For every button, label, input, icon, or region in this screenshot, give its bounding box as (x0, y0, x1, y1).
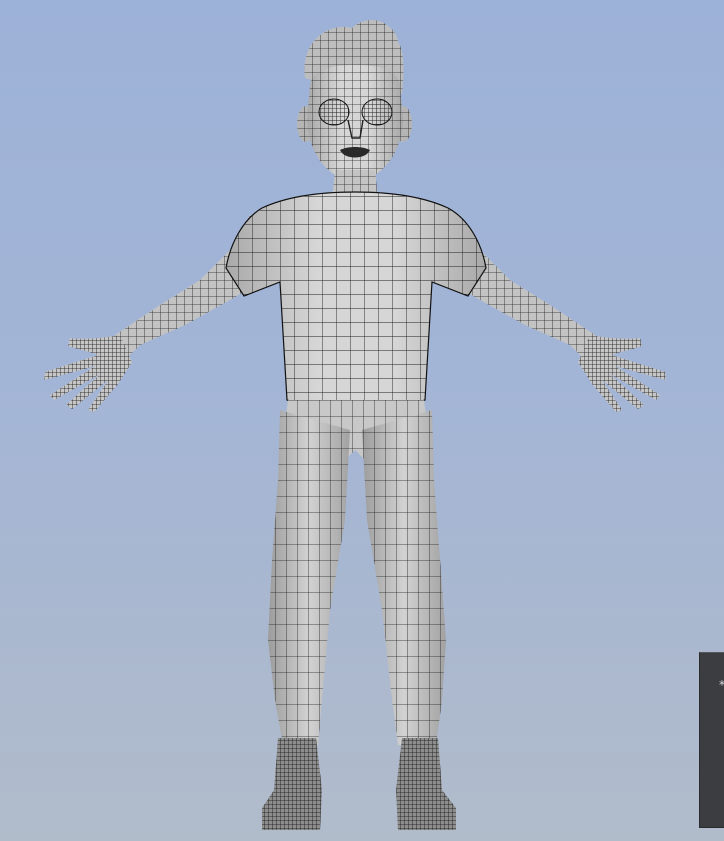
left-shoe-mesh (262, 738, 322, 830)
left-leg-mesh (268, 410, 350, 745)
head-mesh (307, 65, 403, 182)
right-leg-mesh (362, 410, 446, 745)
right-shoe-mesh (396, 738, 456, 830)
asterisk-icon: * (719, 679, 724, 691)
character-wireframe-model[interactable] (0, 0, 724, 841)
torso-shirt-mesh (225, 191, 487, 407)
side-panel-collapse-tab[interactable]: * (699, 652, 724, 828)
right-hand-mesh (578, 335, 666, 412)
3d-viewport[interactable]: * (0, 0, 724, 841)
left-hand-mesh (44, 335, 132, 412)
